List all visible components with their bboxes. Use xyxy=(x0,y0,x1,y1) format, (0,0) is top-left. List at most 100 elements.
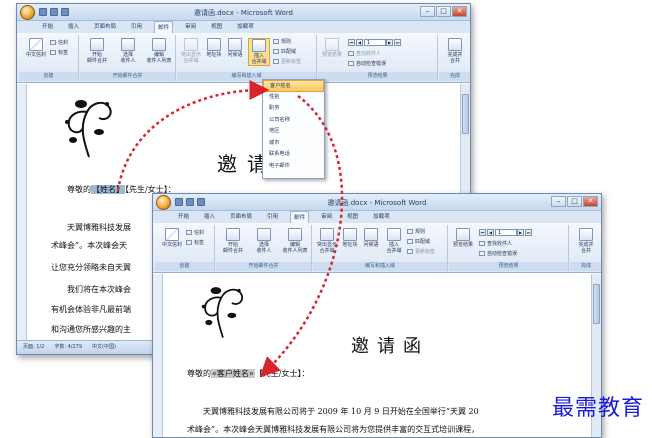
tab-references[interactable]: 引用 xyxy=(128,21,145,33)
tab-view[interactable]: 视图 xyxy=(208,21,225,33)
envelope-button[interactable]: 信封 xyxy=(50,39,68,46)
tab-mailings[interactable]: 邮件 xyxy=(290,211,310,223)
window-controls: – □ ✕ xyxy=(551,196,598,207)
greeting-icon xyxy=(364,228,378,241)
rules-button[interactable]: 规则 xyxy=(407,228,425,235)
insert-merge-field-button[interactable]: 插入 合并域 xyxy=(383,228,405,254)
merge-field-option[interactable]: 职务 xyxy=(263,103,324,115)
update-labels-button[interactable]: 更新标签 xyxy=(407,248,435,255)
minimize-button[interactable]: – xyxy=(420,6,435,17)
tab-references[interactable]: 引用 xyxy=(264,211,281,223)
customer-name-merge-field[interactable]: «客户姓名» xyxy=(211,369,255,378)
close-button[interactable]: ✕ xyxy=(452,6,467,17)
preview-icon xyxy=(325,38,339,51)
prev-record-icon[interactable]: ◀ xyxy=(356,39,363,46)
label-button[interactable]: 标签 xyxy=(186,239,204,246)
greeting-line-button[interactable]: 问候语 xyxy=(225,38,245,58)
edit-list-icon xyxy=(152,38,166,51)
tab-review[interactable]: 审阅 xyxy=(318,211,335,223)
address-block-button[interactable]: 地址块 xyxy=(204,38,224,58)
highlight-fields-button[interactable]: 突出显示 合并域 xyxy=(179,38,203,64)
greeting-line-button[interactable]: 问候语 xyxy=(361,228,381,248)
tab-page-layout[interactable]: 页面布局 xyxy=(227,211,255,223)
match-icon xyxy=(273,49,279,54)
preview-results-button[interactable]: 预览结果 xyxy=(320,38,344,58)
tab-addins[interactable]: 加载项 xyxy=(370,211,393,223)
record-navigator: ⏮ ◀ 1 ▶ ⏭ xyxy=(479,229,533,236)
finish-merge-button[interactable]: 完成并 合并 xyxy=(441,38,469,64)
prev-record-icon[interactable]: ◀ xyxy=(487,229,494,236)
select-recipients-button[interactable]: 选择 收件人 xyxy=(249,228,279,254)
merge-field-option[interactable]: 客户姓名 xyxy=(263,80,324,92)
record-number-input[interactable]: 1 xyxy=(495,229,517,236)
language-indicator[interactable]: 中文(中国) xyxy=(92,341,116,354)
next-record-icon[interactable]: ▶ xyxy=(517,229,524,236)
record-number-input[interactable]: 1 xyxy=(364,39,386,46)
preview-icon xyxy=(456,228,470,241)
tab-home[interactable]: 开始 xyxy=(39,21,56,33)
find-recipient-button[interactable]: 查找收件人 xyxy=(348,50,381,57)
group-preview: 预览结果 ⏮ ◀ 1 ▶ ⏭ 查找收件人 自动检查错误 预览结果 xyxy=(318,35,438,81)
greeting-icon xyxy=(228,38,242,51)
tab-view[interactable]: 视图 xyxy=(344,211,361,223)
name-field[interactable]: 【姓名】 xyxy=(91,185,125,194)
first-record-icon[interactable]: ⏮ xyxy=(479,229,486,236)
first-record-icon[interactable]: ⏮ xyxy=(348,39,355,46)
merge-field-option[interactable]: 地区 xyxy=(263,126,324,138)
ribbon: 中文信封 信封 标签 创建 开始 邮件合并 选择 收件人 编辑 收件人列表 开始… xyxy=(17,33,470,83)
tab-review[interactable]: 审阅 xyxy=(182,21,199,33)
minimize-button[interactable]: – xyxy=(551,196,566,207)
tab-page-layout[interactable]: 页面布局 xyxy=(91,21,119,33)
envelope-button[interactable]: 信封 xyxy=(186,229,204,236)
group-write-insert: 突出显示 合并域 地址块 问候语 插入 合并域 规则 匹配域 更新标签 编写和插… xyxy=(313,225,448,271)
chinese-envelope-button[interactable]: 中文信封 xyxy=(159,228,185,248)
highlight-fields-button[interactable]: 突出显示 合并域 xyxy=(315,228,339,254)
merge-field-option[interactable]: 联系电话 xyxy=(263,149,324,161)
merge-field-option[interactable]: 公司名称 xyxy=(263,115,324,127)
last-record-icon[interactable]: ⏭ xyxy=(394,39,401,46)
merge-field-option[interactable]: 城市 xyxy=(263,138,324,150)
last-record-icon[interactable]: ⏭ xyxy=(525,229,532,236)
word-count[interactable]: 字数: 4/279 xyxy=(54,341,82,354)
insert-merge-field-button[interactable]: 插入 合并域 xyxy=(248,38,270,66)
maximize-button[interactable]: □ xyxy=(436,6,451,17)
tab-mailings[interactable]: 邮件 xyxy=(154,21,174,33)
edit-recipients-button[interactable]: 编辑 收件人列表 xyxy=(280,228,310,254)
tab-addins[interactable]: 加载项 xyxy=(234,21,257,33)
chinese-envelope-button[interactable]: 中文信封 xyxy=(23,38,49,58)
match-icon xyxy=(407,239,413,244)
finish-merge-button[interactable]: 完成并 合并 xyxy=(572,228,600,254)
scroll-thumb[interactable] xyxy=(593,284,600,324)
finish-icon xyxy=(448,38,462,51)
group-label: 完成 xyxy=(570,262,601,271)
match-fields-button[interactable]: 匹配域 xyxy=(407,238,430,245)
tab-insert[interactable]: 插入 xyxy=(201,211,218,223)
find-recipient-button[interactable]: 查找收件人 xyxy=(479,240,512,247)
auto-check-button[interactable]: 自动检查错误 xyxy=(479,250,517,257)
match-fields-button[interactable]: 匹配域 xyxy=(273,48,296,55)
group-finish: 完成并 合并 完成 xyxy=(439,35,470,81)
document-area[interactable]: 邀请函 尊敬的«客户姓名»【先生/女士】： 天翼博雅科技发展有限公司将于 200… xyxy=(153,274,591,437)
tab-insert[interactable]: 插入 xyxy=(65,21,82,33)
maximize-button[interactable]: □ xyxy=(567,196,582,207)
ribbon-tabs: 开始 插入 页面布局 引用 邮件 审阅 视图 加载项 xyxy=(153,211,601,223)
merge-field-option[interactable]: 电子邮件 xyxy=(263,161,324,173)
scroll-thumb[interactable] xyxy=(462,94,469,134)
start-merge-button[interactable]: 开始 邮件合并 xyxy=(218,228,248,254)
start-merge-button[interactable]: 开始 邮件合并 xyxy=(82,38,112,64)
preview-results-button[interactable]: 预览结果 xyxy=(451,228,475,248)
auto-check-button[interactable]: 自动检查错误 xyxy=(348,60,386,67)
edit-recipients-button[interactable]: 编辑 收件人列表 xyxy=(144,38,174,64)
tab-home[interactable]: 开始 xyxy=(175,211,192,223)
page-count[interactable]: 页面: 1/2 xyxy=(23,341,44,354)
rules-button[interactable]: 规则 xyxy=(273,38,291,45)
merge-field-option[interactable]: 性别 xyxy=(263,92,324,104)
label-button[interactable]: 标签 xyxy=(50,49,68,56)
address-block-button[interactable]: 地址块 xyxy=(340,228,360,248)
update-labels-button[interactable]: 更新标签 xyxy=(273,58,301,65)
close-button[interactable]: ✕ xyxy=(583,196,598,207)
window-title: 邀请函.docx - Microsoft Word xyxy=(194,9,293,17)
select-recipients-button[interactable]: 选择 收件人 xyxy=(113,38,143,64)
group-finish: 完成并 合并 完成 xyxy=(570,225,601,271)
next-record-icon[interactable]: ▶ xyxy=(386,39,393,46)
